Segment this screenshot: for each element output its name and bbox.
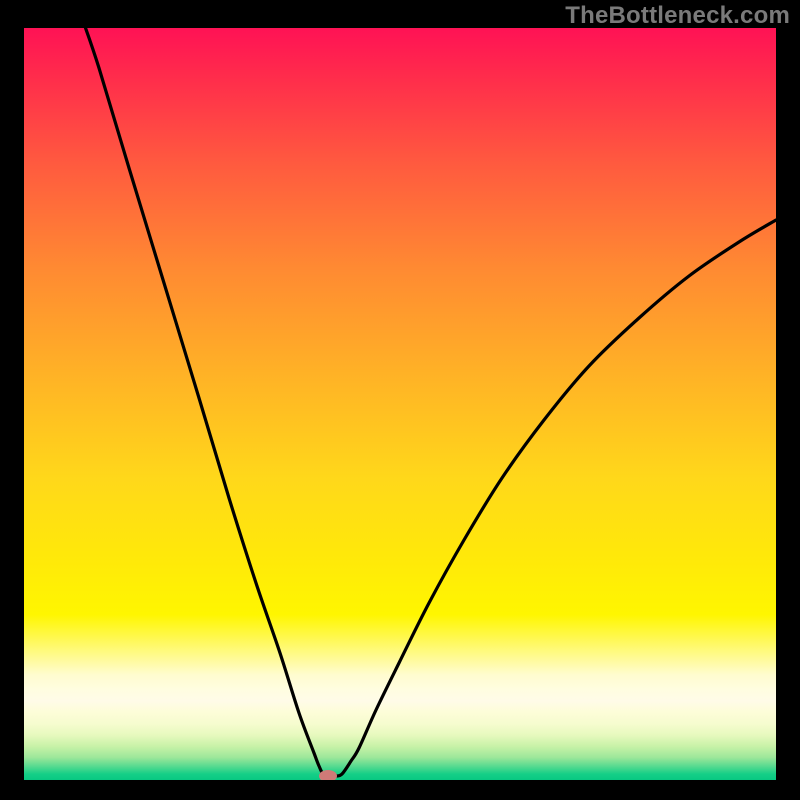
- bottleneck-curve: [24, 28, 776, 780]
- plot-area: [24, 28, 776, 780]
- watermark-text: TheBottleneck.com: [565, 2, 790, 30]
- chart-frame: TheBottleneck.com: [0, 0, 800, 800]
- optimum-marker: [319, 770, 337, 780]
